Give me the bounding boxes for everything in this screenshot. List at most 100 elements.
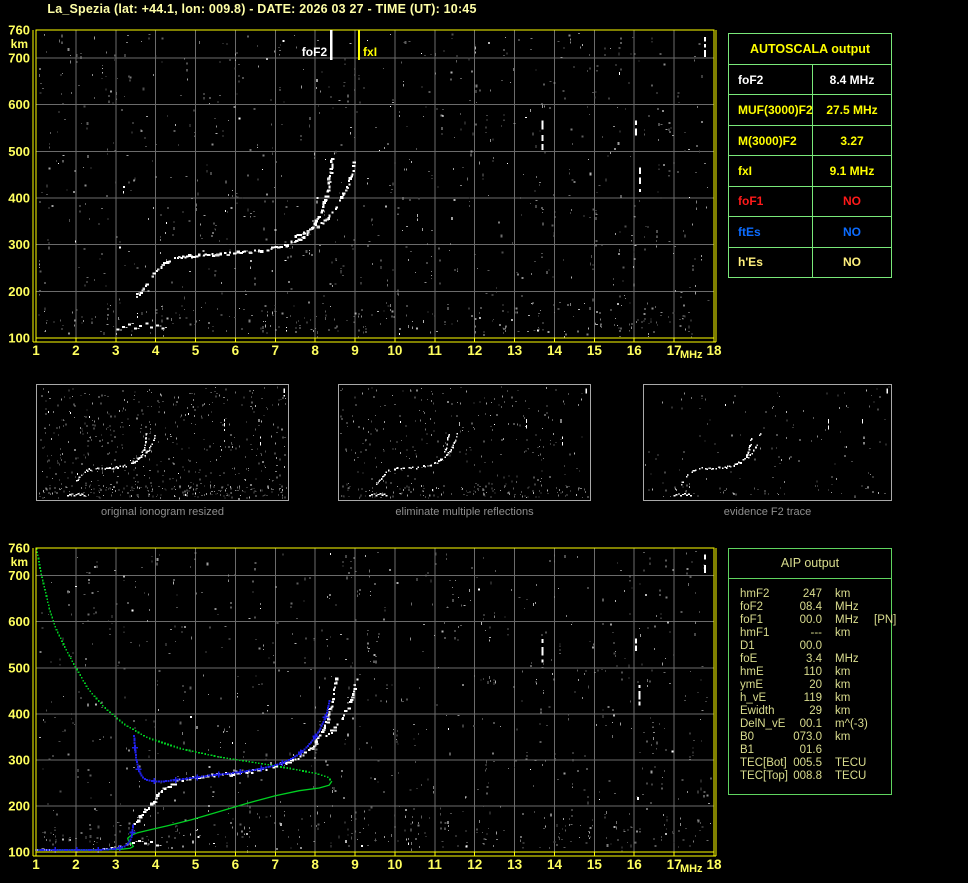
- svg-text:760: 760: [8, 23, 30, 38]
- aip-extra: [866, 666, 891, 679]
- aip-unit: km: [835, 705, 851, 717]
- svg-text:3: 3: [112, 857, 120, 872]
- aip-val: 29: [809, 705, 822, 717]
- aip-label: TEC[Bot]: [740, 757, 787, 769]
- aip-unit: MHz: [835, 614, 859, 626]
- parameter-value: 3.27: [840, 133, 864, 148]
- svg-text:100: 100: [8, 331, 30, 346]
- autoscala-window: La_Spezia (lat: +44.1, lon: 009.8) - DAT…: [0, 0, 968, 883]
- svg-text:13: 13: [507, 343, 523, 358]
- svg-text:400: 400: [8, 191, 30, 206]
- parameter-label: foF1: [729, 186, 813, 217]
- autoscala-row: fxI 9.1 MHz: [729, 156, 891, 187]
- svg-text:km: km: [11, 37, 28, 51]
- aip-row: DelN_vE 00.1 m^(-3): [740, 718, 891, 731]
- svg-text:10: 10: [387, 857, 402, 872]
- aip-val: 08.4: [799, 601, 822, 613]
- aip-extra: [866, 601, 891, 614]
- parameter-value: NO: [843, 224, 861, 239]
- ionogram-plot-aip: 760700600500400300200100km1 2 3 4 5 6 7 8 9 10 11 1…: [8, 541, 722, 876]
- aip-unit: m^(-3): [835, 718, 868, 730]
- svg-text:1: 1: [32, 343, 40, 358]
- aip-extra: [866, 757, 891, 770]
- thumbnail-eliminate-reflections: [338, 384, 591, 501]
- aip-label: TEC[Top]: [740, 770, 788, 782]
- aip-extra: [866, 653, 891, 666]
- svg-text:8: 8: [311, 857, 319, 872]
- aip-extra: [PN]: [874, 614, 897, 626]
- aip-row: Ewidth 29 km: [740, 705, 891, 718]
- svg-text:12: 12: [467, 343, 482, 358]
- parameter-label: h'Es: [729, 247, 813, 277]
- svg-text:5: 5: [192, 857, 200, 872]
- aip-unit: [822, 640, 866, 653]
- parameter-label: foF2: [729, 65, 813, 95]
- aip-label: foF2: [740, 601, 764, 613]
- aip-extra: [866, 588, 891, 601]
- svg-text:3: 3: [112, 343, 120, 358]
- aip-label: ymE: [740, 679, 763, 691]
- aip-val: 247: [802, 588, 822, 600]
- svg-text:11: 11: [428, 343, 443, 358]
- svg-text:600: 600: [8, 614, 30, 629]
- svg-text:300: 300: [8, 237, 30, 252]
- autoscala-row: MUF(3000)F2 27.5 MHz: [729, 95, 891, 126]
- parameter-label: M(3000)F2: [729, 125, 813, 156]
- thumbnail-caption: original ionogram resized: [101, 506, 224, 518]
- aip-label: hmF1: [740, 627, 770, 639]
- aip-extra: [866, 718, 891, 731]
- aip-extra: [866, 744, 891, 757]
- aip-label: D1: [740, 640, 755, 652]
- aip-output-table: AIP output hmF2 247 km foF2 08.4 MHz foF1 00.0 M…: [728, 548, 896, 795]
- parameter-value: NO: [843, 194, 861, 209]
- aip-val: 005.5: [793, 757, 822, 769]
- svg-text:5: 5: [192, 343, 200, 358]
- svg-text:300: 300: [8, 752, 30, 767]
- svg-text:18: 18: [706, 857, 722, 872]
- aip-extra: [866, 627, 891, 640]
- aip-label: foF1: [740, 614, 764, 626]
- svg-text:100: 100: [8, 845, 30, 860]
- aip-val: 20: [809, 679, 822, 691]
- aip-unit: km: [835, 679, 851, 691]
- svg-text:700: 700: [8, 51, 30, 66]
- aip-label: hmE: [740, 666, 764, 678]
- svg-text:10: 10: [387, 343, 402, 358]
- svg-text:11: 11: [428, 857, 443, 872]
- svg-text:7: 7: [272, 343, 280, 358]
- svg-text:700: 700: [8, 568, 30, 583]
- aip-unit: [822, 744, 866, 757]
- svg-text:14: 14: [547, 857, 563, 872]
- aip-extra: [866, 679, 891, 692]
- aip-extra: [866, 705, 891, 718]
- autoscala-table-title: AUTOSCALA output: [729, 34, 891, 65]
- parameter-value: 8.4 MHz: [829, 72, 875, 87]
- svg-text:500: 500: [8, 660, 30, 675]
- page-title: La_Spezia (lat: +44.1, lon: 009.8) - DAT…: [47, 2, 477, 16]
- svg-text:4: 4: [152, 343, 160, 358]
- svg-text:200: 200: [8, 284, 30, 299]
- aip-unit: km: [835, 666, 851, 678]
- aip-val: 119: [803, 692, 822, 704]
- aip-val: 01.6: [799, 744, 822, 756]
- parameter-value: 9.1 MHz: [829, 163, 875, 178]
- aip-label: B1: [740, 744, 755, 756]
- aip-unit: TECU: [835, 770, 867, 782]
- aip-label: foE: [740, 653, 758, 665]
- aip-val: 008.8: [793, 770, 822, 782]
- autoscala-row: ftEs NO: [729, 217, 891, 248]
- aip-unit: MHz: [835, 653, 859, 665]
- aip-label: Ewidth: [740, 705, 775, 717]
- svg-text:2: 2: [72, 857, 80, 872]
- parameter-label: ftEs: [729, 217, 813, 247]
- svg-text:9: 9: [351, 343, 359, 358]
- aip-row: B0 073.0 km: [740, 731, 891, 744]
- svg-text:foF2: foF2: [302, 45, 328, 59]
- aip-row: hmF1 --- km: [740, 627, 891, 640]
- aip-row: hmE 110 km: [740, 666, 891, 679]
- aip-label: DelN_vE: [740, 718, 786, 730]
- aip-row: D1 00.0: [740, 640, 891, 653]
- aip-row: TEC[Bot] 005.5 TECU: [740, 757, 891, 770]
- aip-row: h_vE 119 km: [740, 692, 891, 705]
- aip-val: 073.0: [793, 731, 822, 743]
